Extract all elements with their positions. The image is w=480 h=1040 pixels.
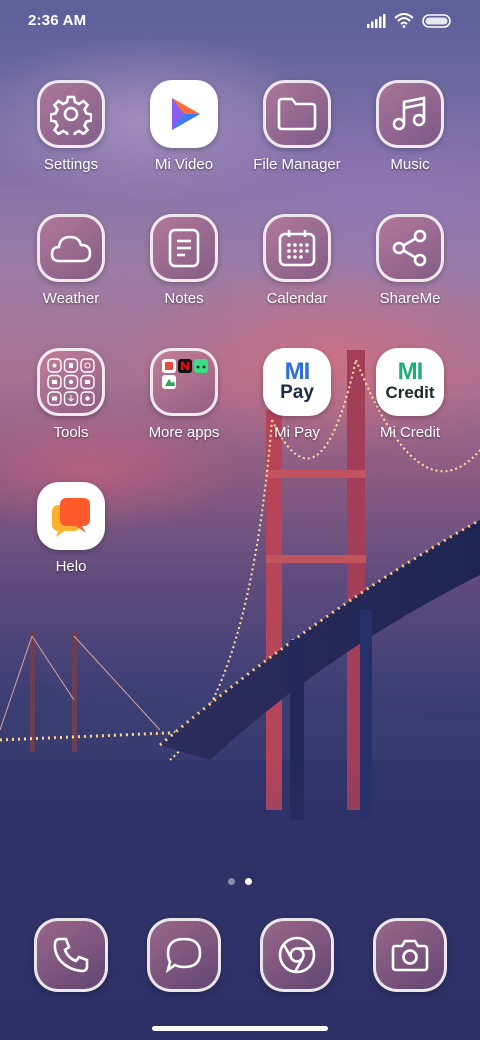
dock-phone[interactable] xyxy=(34,918,108,992)
app-notes-label: Notes xyxy=(164,290,204,307)
mi-credit-logo-word: Credit xyxy=(385,383,435,402)
app-settings-tile[interactable] xyxy=(37,80,105,148)
app-notes-tile[interactable] xyxy=(150,214,218,282)
app-shareme[interactable]: ShareMe xyxy=(354,214,466,307)
app-music-tile[interactable] xyxy=(376,80,444,148)
app-mi-credit[interactable]: MI Credit Mi Credit xyxy=(354,348,466,441)
app-weather-tile[interactable] xyxy=(37,214,105,282)
app-file-manager-tile[interactable] xyxy=(263,80,331,148)
battery-icon xyxy=(422,13,451,28)
app-file-manager-label: File Manager xyxy=(253,156,341,173)
more-apps-folder-icon xyxy=(162,359,208,389)
app-settings-label: Settings xyxy=(43,156,99,173)
wifi-icon xyxy=(394,13,414,28)
dock-messages-tile[interactable] xyxy=(147,918,221,992)
app-settings[interactable]: Settings xyxy=(15,80,127,173)
dock-phone-tile[interactable] xyxy=(34,918,108,992)
mi-pay-logo-word: Pay xyxy=(280,382,314,403)
app-mi-credit-tile[interactable]: MI Credit xyxy=(376,348,444,416)
share-icon xyxy=(392,229,427,267)
cloud-icon xyxy=(50,235,92,263)
app-mi-video[interactable]: Mi Video xyxy=(128,80,240,173)
folder-more-apps-label: More apps xyxy=(148,424,220,441)
browser-icon xyxy=(278,936,316,974)
phone-icon xyxy=(53,937,89,973)
messages-icon xyxy=(165,937,202,974)
app-mi-credit-label: Mi Credit xyxy=(379,424,440,441)
app-notes[interactable]: Notes xyxy=(128,214,240,307)
page-indicator xyxy=(0,878,480,885)
home-indicator[interactable] xyxy=(152,1026,328,1031)
play-icon xyxy=(172,98,200,130)
app-helo-label: Helo xyxy=(55,558,87,575)
app-mi-pay-label: Mi Pay xyxy=(274,424,320,441)
app-mi-pay-tile[interactable]: MI Pay xyxy=(263,348,331,416)
app-shareme-tile[interactable] xyxy=(376,214,444,282)
app-music-label: Music xyxy=(390,156,430,173)
page-dot-1[interactable] xyxy=(228,878,235,885)
calendar-icon xyxy=(278,230,316,267)
camera-icon xyxy=(391,939,429,972)
app-music[interactable]: Music xyxy=(354,80,466,173)
app-file-manager[interactable]: File Manager xyxy=(241,80,353,173)
dock-camera[interactable] xyxy=(373,918,447,992)
music-note-icon xyxy=(392,96,426,131)
mi-credit-logo-mi: MI xyxy=(397,358,424,385)
signal-icon xyxy=(367,13,386,28)
dock-messages[interactable] xyxy=(147,918,221,992)
app-mi-video-tile[interactable] xyxy=(150,80,218,148)
gear-icon xyxy=(50,95,92,135)
mi-pay-logo-mi: MI xyxy=(284,358,311,385)
page-dot-2[interactable] xyxy=(245,878,252,885)
tools-folder-icon xyxy=(47,358,95,406)
app-calendar-label: Calendar xyxy=(266,290,328,307)
app-helo-tile[interactable] xyxy=(37,482,105,550)
folder-icon xyxy=(277,97,317,131)
app-calendar[interactable]: Calendar xyxy=(241,214,353,307)
dock-camera-tile[interactable] xyxy=(373,918,447,992)
app-shareme-label: ShareMe xyxy=(379,290,441,307)
status-time: 2:36 AM xyxy=(28,12,87,29)
folder-tools-tile[interactable] xyxy=(37,348,105,416)
dock-browser-tile[interactable] xyxy=(260,918,334,992)
app-weather-label: Weather xyxy=(42,290,100,307)
app-helo[interactable]: Helo xyxy=(15,482,127,575)
app-mi-pay[interactable]: MI Pay Mi Pay xyxy=(241,348,353,441)
folder-tools-label: Tools xyxy=(53,424,89,441)
folder-more-apps-tile[interactable] xyxy=(150,348,218,416)
folder-tools[interactable]: Tools xyxy=(15,348,127,441)
dock-browser[interactable] xyxy=(260,918,334,992)
helo-chat-icon xyxy=(52,498,90,537)
app-mi-video-label: Mi Video xyxy=(154,156,214,173)
app-calendar-tile[interactable] xyxy=(263,214,331,282)
status-icons xyxy=(366,13,452,28)
notes-icon xyxy=(168,228,200,268)
app-weather[interactable]: Weather xyxy=(15,214,127,307)
home-screen: 2:36 AM Settings Mi Video File Manager M… xyxy=(0,0,480,1040)
folder-more-apps[interactable]: More apps xyxy=(128,348,240,441)
